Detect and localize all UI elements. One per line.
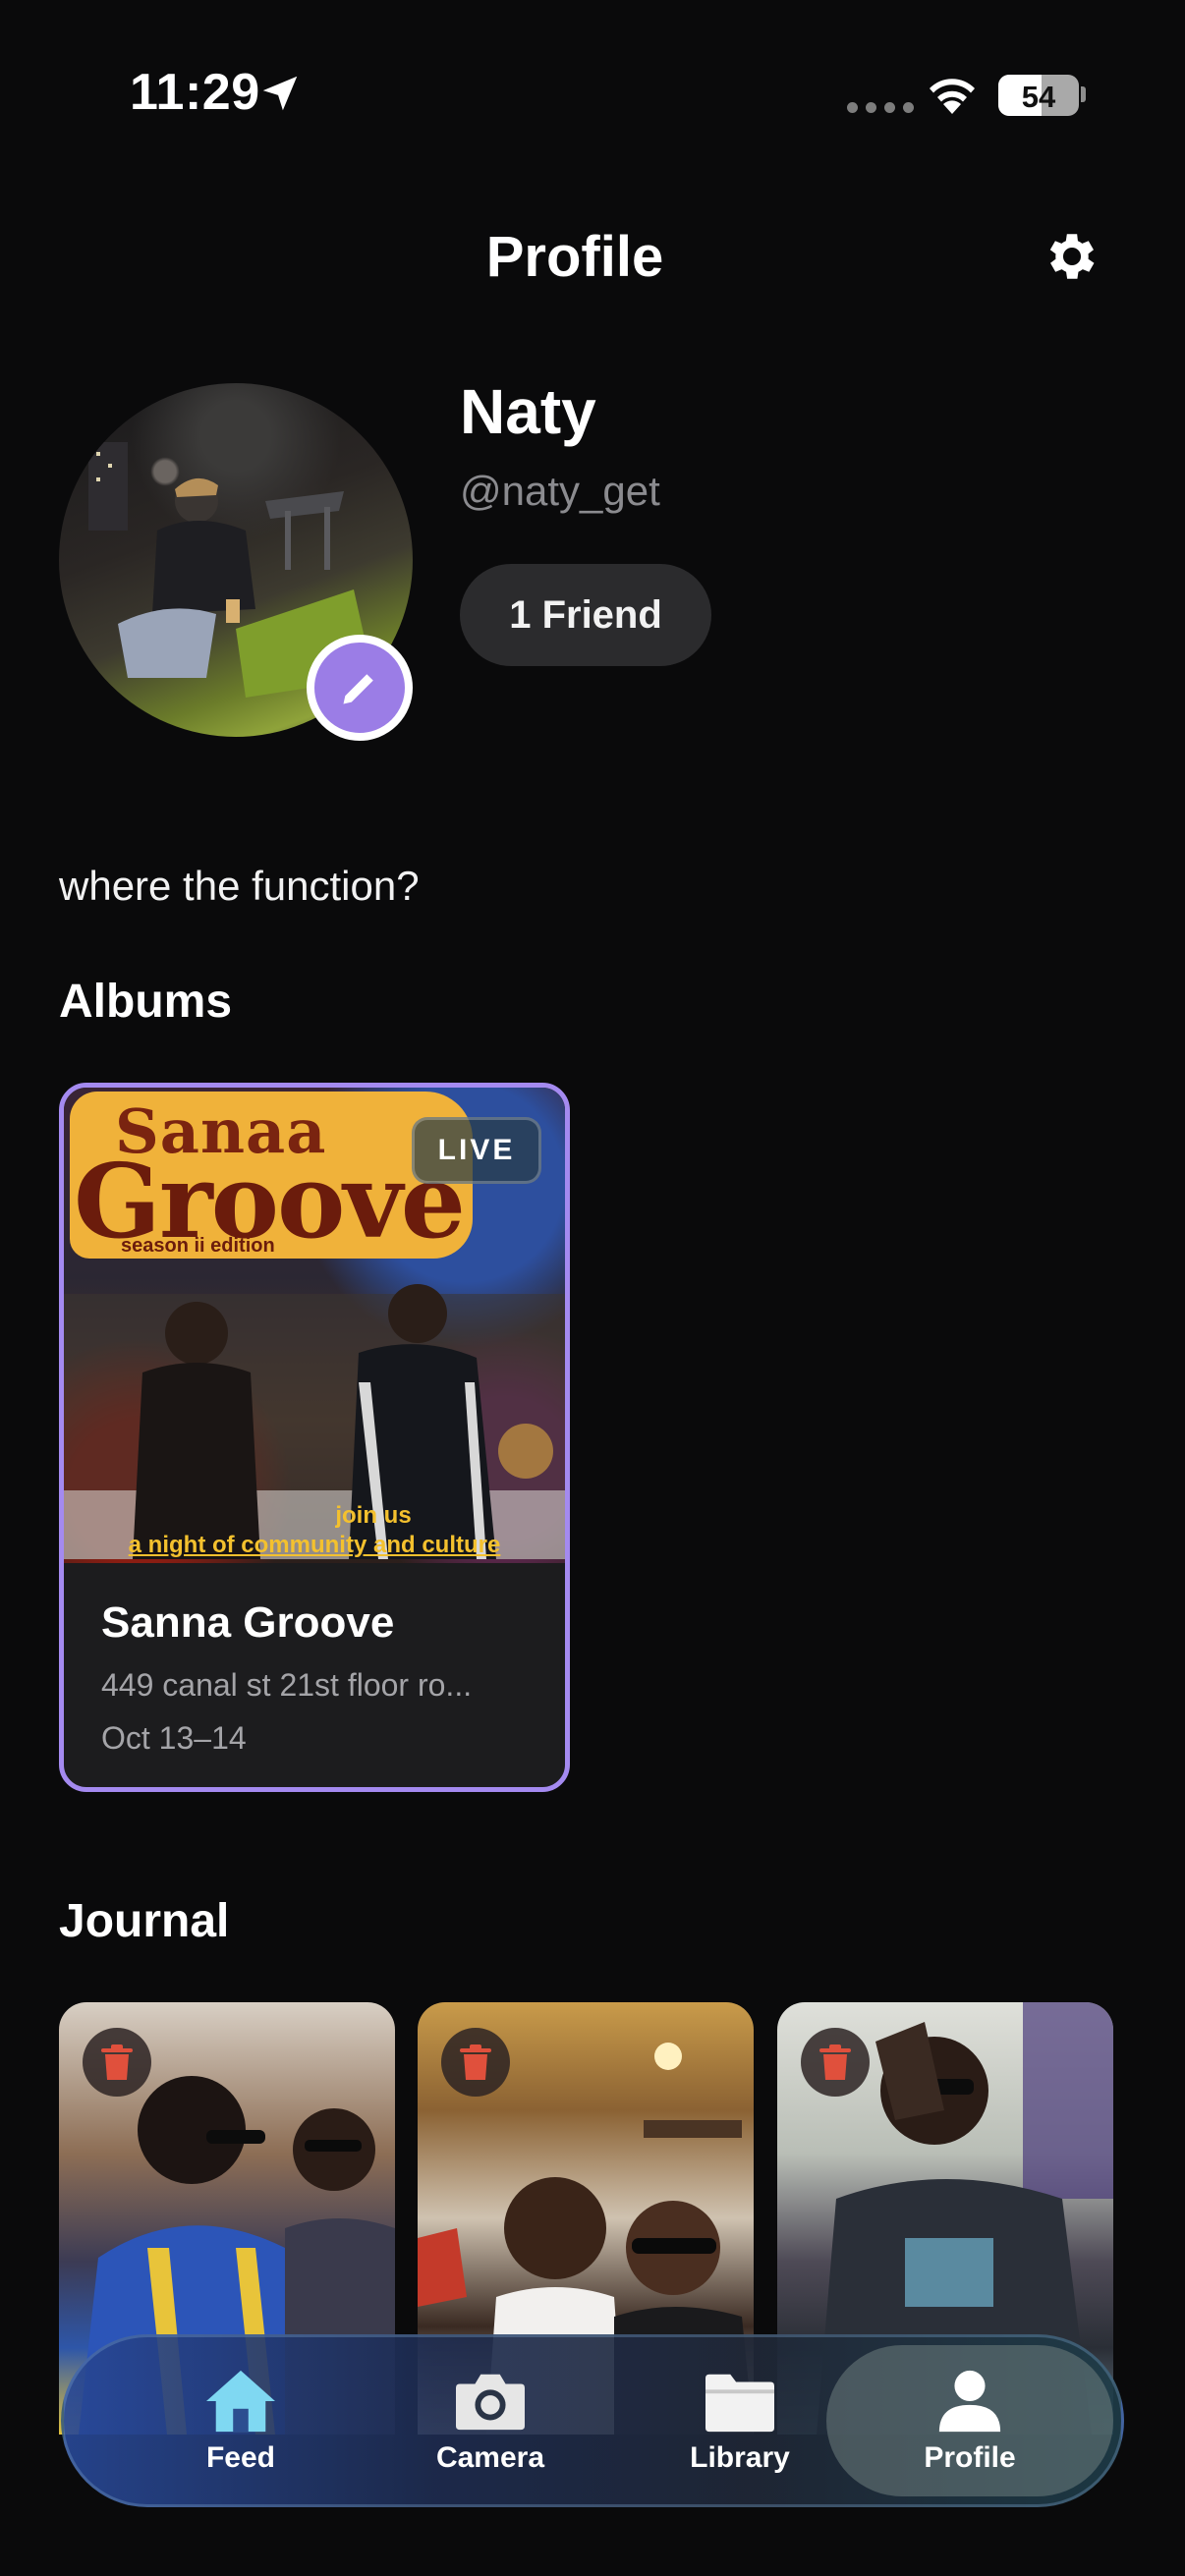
tab-camera[interactable]: Camera xyxy=(372,2337,608,2504)
display-name: Naty xyxy=(460,376,596,447)
home-icon xyxy=(206,2370,275,2433)
tab-camera-label: Camera xyxy=(435,2441,545,2474)
journal-section-title: Journal xyxy=(59,1895,230,1947)
trash-icon xyxy=(819,2044,851,2080)
delete-journal-button[interactable] xyxy=(441,2028,510,2097)
cover-edition: season ii edition xyxy=(121,1235,275,1257)
page-title: Profile xyxy=(485,225,664,289)
bio: where the function? xyxy=(59,863,420,909)
cellular-signal-icon xyxy=(847,102,914,113)
tab-library[interactable]: Library xyxy=(622,2337,858,2504)
delete-journal-button[interactable] xyxy=(801,2028,870,2097)
album-location: 449 canal st 21st floor ro... xyxy=(101,1667,473,1703)
username: @naty_get xyxy=(460,468,660,514)
cover-tagline: a night of community and culture xyxy=(128,1532,501,1558)
cover-join-text: join us xyxy=(335,1502,412,1529)
folder-icon xyxy=(705,2374,774,2433)
location-arrow-icon xyxy=(262,76,298,111)
person-icon xyxy=(938,2370,1001,2433)
tab-bar: Feed Camera Library Profile xyxy=(61,2334,1124,2507)
tab-feed[interactable]: Feed xyxy=(123,2337,359,2504)
gear-icon[interactable] xyxy=(1042,226,1102,287)
wifi-icon xyxy=(930,79,975,114)
status-bar: 11:29 54 xyxy=(0,0,1185,196)
tab-feed-label: Feed xyxy=(205,2441,276,2474)
tab-library-label: Library xyxy=(690,2441,790,2474)
delete-journal-button[interactable] xyxy=(83,2028,151,2097)
battery-indicator: 54 xyxy=(998,75,1079,116)
battery-percentage: 54 xyxy=(1021,80,1056,114)
tab-profile[interactable]: Profile xyxy=(826,2345,1113,2496)
trash-icon xyxy=(101,2044,133,2080)
album-card[interactable]: Sanaa Groove season ii edition join us a… xyxy=(59,1083,570,1792)
battery-cap xyxy=(1081,86,1086,102)
camera-icon xyxy=(456,2374,525,2431)
albums-section-title: Albums xyxy=(59,976,233,1028)
friends-button[interactable]: 1 Friend xyxy=(460,564,711,666)
pencil-icon xyxy=(343,674,373,704)
status-time: 11:29 xyxy=(130,64,260,121)
album-dates: Oct 13–14 xyxy=(101,1720,247,1756)
album-name: Sanna Groove xyxy=(101,1598,395,1647)
live-badge: LIVE xyxy=(412,1117,541,1184)
trash-icon xyxy=(460,2044,491,2080)
tab-profile-label: Profile xyxy=(924,2441,1016,2474)
edit-avatar-button[interactable] xyxy=(307,635,413,741)
album-cover: Sanaa Groove season ii edition join us a… xyxy=(64,1088,565,1563)
